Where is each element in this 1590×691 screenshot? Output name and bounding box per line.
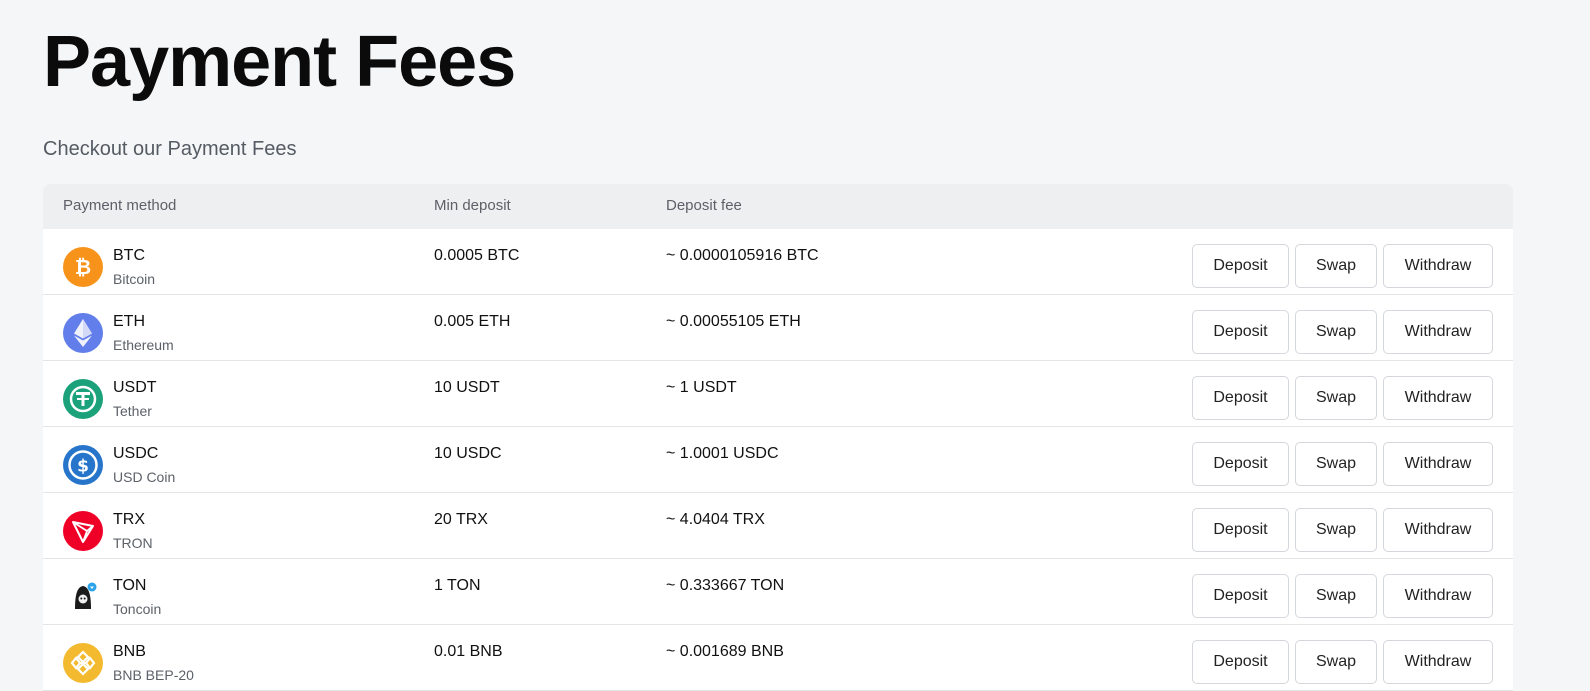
deposit-button[interactable]: Deposit xyxy=(1192,640,1289,684)
min-deposit-value: 10 USDC xyxy=(434,445,502,462)
min-deposit-value: 0.0005 BTC xyxy=(434,247,520,264)
coin-name: Ethereum xyxy=(113,337,174,353)
withdraw-button[interactable]: Withdraw xyxy=(1383,244,1493,288)
coin-ticker: BNB xyxy=(113,643,146,660)
header-deposit-fee: Deposit fee xyxy=(666,197,742,214)
min-deposit-value: 10 USDT xyxy=(434,379,500,396)
table-header: Payment method Min deposit Deposit fee xyxy=(43,184,1513,229)
deposit-fee-value: ~ 0.0000105916 BTC xyxy=(666,247,819,264)
deposit-fee-value: ~ 0.001689 BNB xyxy=(666,643,784,660)
row-actions: Deposit Swap Withdraw xyxy=(1192,574,1493,618)
table-row: ETH Ethereum 0.005 ETH ~ 0.00055105 ETH … xyxy=(43,295,1513,361)
row-actions: Deposit Swap Withdraw xyxy=(1192,442,1493,486)
table-row: $ USDC USD Coin 10 USDC ~ 1.0001 USDC De… xyxy=(43,427,1513,493)
ethereum-icon xyxy=(63,313,103,353)
coin-name: USD Coin xyxy=(113,469,176,485)
swap-button[interactable]: Swap xyxy=(1295,442,1377,486)
coin-ticker: TON xyxy=(113,577,147,594)
withdraw-button[interactable]: Withdraw xyxy=(1383,574,1493,618)
swap-button[interactable]: Swap xyxy=(1295,244,1377,288)
coin-ticker: TRX xyxy=(113,511,145,528)
coin-ticker: BTC xyxy=(113,247,145,264)
header-min-deposit: Min deposit xyxy=(434,197,511,214)
swap-button[interactable]: Swap xyxy=(1295,640,1377,684)
page-container: Payment Fees Checkout our Payment Fees P… xyxy=(43,0,1513,691)
min-deposit-value: 1 TON xyxy=(434,577,481,594)
coin-ticker: USDT xyxy=(113,379,157,396)
deposit-button[interactable]: Deposit xyxy=(1192,574,1289,618)
table-row: USDT Tether 10 USDT ~ 1 USDT Deposit Swa… xyxy=(43,361,1513,427)
swap-button[interactable]: Swap xyxy=(1295,574,1377,618)
swap-button[interactable]: Swap xyxy=(1295,310,1377,354)
deposit-fee-value: ~ 1.0001 USDC xyxy=(666,445,779,462)
deposit-fee-value: ~ 0.333667 TON xyxy=(666,577,785,594)
coin-ticker: USDC xyxy=(113,445,159,462)
swap-button[interactable]: Swap xyxy=(1295,508,1377,552)
svg-text:₿: ₿ xyxy=(75,255,91,279)
swap-button[interactable]: Swap xyxy=(1295,376,1377,420)
min-deposit-value: 20 TRX xyxy=(434,511,488,528)
tron-icon xyxy=(63,511,103,551)
withdraw-button[interactable]: Withdraw xyxy=(1383,442,1493,486)
coin-ticker: ETH xyxy=(113,313,145,330)
deposit-button[interactable]: Deposit xyxy=(1192,442,1289,486)
row-actions: Deposit Swap Withdraw xyxy=(1192,640,1493,684)
page-title: Payment Fees xyxy=(43,22,516,102)
deposit-button[interactable]: Deposit xyxy=(1192,244,1289,288)
withdraw-button[interactable]: Withdraw xyxy=(1383,508,1493,552)
deposit-fee-value: ~ 0.00055105 ETH xyxy=(666,313,801,330)
withdraw-button[interactable]: Withdraw xyxy=(1383,376,1493,420)
deposit-fee-value: ~ 1 USDT xyxy=(666,379,737,396)
page-subtitle: Checkout our Payment Fees xyxy=(43,138,297,160)
bnb-icon xyxy=(63,643,103,683)
coin-name: Tether xyxy=(113,403,152,419)
deposit-button[interactable]: Deposit xyxy=(1192,376,1289,420)
coin-name: Toncoin xyxy=(113,601,162,617)
row-actions: Deposit Swap Withdraw xyxy=(1192,376,1493,420)
bitcoin-icon: ₿ xyxy=(63,247,103,287)
coin-name: BNB BEP-20 xyxy=(113,667,194,683)
payment-fees-table: Payment method Min deposit Deposit fee ₿… xyxy=(43,184,1513,691)
tether-icon xyxy=(63,379,103,419)
table-row: ₿ BTC Bitcoin 0.0005 BTC ~ 0.0000105916 … xyxy=(43,229,1513,295)
deposit-button[interactable]: Deposit xyxy=(1192,508,1289,552)
withdraw-button[interactable]: Withdraw xyxy=(1383,310,1493,354)
svg-text:$: $ xyxy=(77,457,89,477)
row-actions: Deposit Swap Withdraw xyxy=(1192,244,1493,288)
table-row: TRX TRON 20 TRX ~ 4.0404 TRX Deposit Swa… xyxy=(43,493,1513,559)
table-row: TON Toncoin 1 TON ~ 0.333667 TON Deposit… xyxy=(43,559,1513,625)
row-actions: Deposit Swap Withdraw xyxy=(1192,310,1493,354)
row-actions: Deposit Swap Withdraw xyxy=(1192,508,1493,552)
withdraw-button[interactable]: Withdraw xyxy=(1383,640,1493,684)
coin-name: Bitcoin xyxy=(113,271,156,287)
usd-coin-icon: $ xyxy=(63,445,103,485)
toncoin-icon xyxy=(63,577,103,617)
table-row: BNB BNB BEP-20 0.01 BNB ~ 0.001689 BNB D… xyxy=(43,625,1513,691)
deposit-fee-value: ~ 4.0404 TRX xyxy=(666,511,765,528)
min-deposit-value: 0.005 ETH xyxy=(434,313,511,330)
coin-name: TRON xyxy=(113,535,153,551)
deposit-button[interactable]: Deposit xyxy=(1192,310,1289,354)
header-payment-method: Payment method xyxy=(63,197,177,214)
min-deposit-value: 0.01 BNB xyxy=(434,643,503,660)
